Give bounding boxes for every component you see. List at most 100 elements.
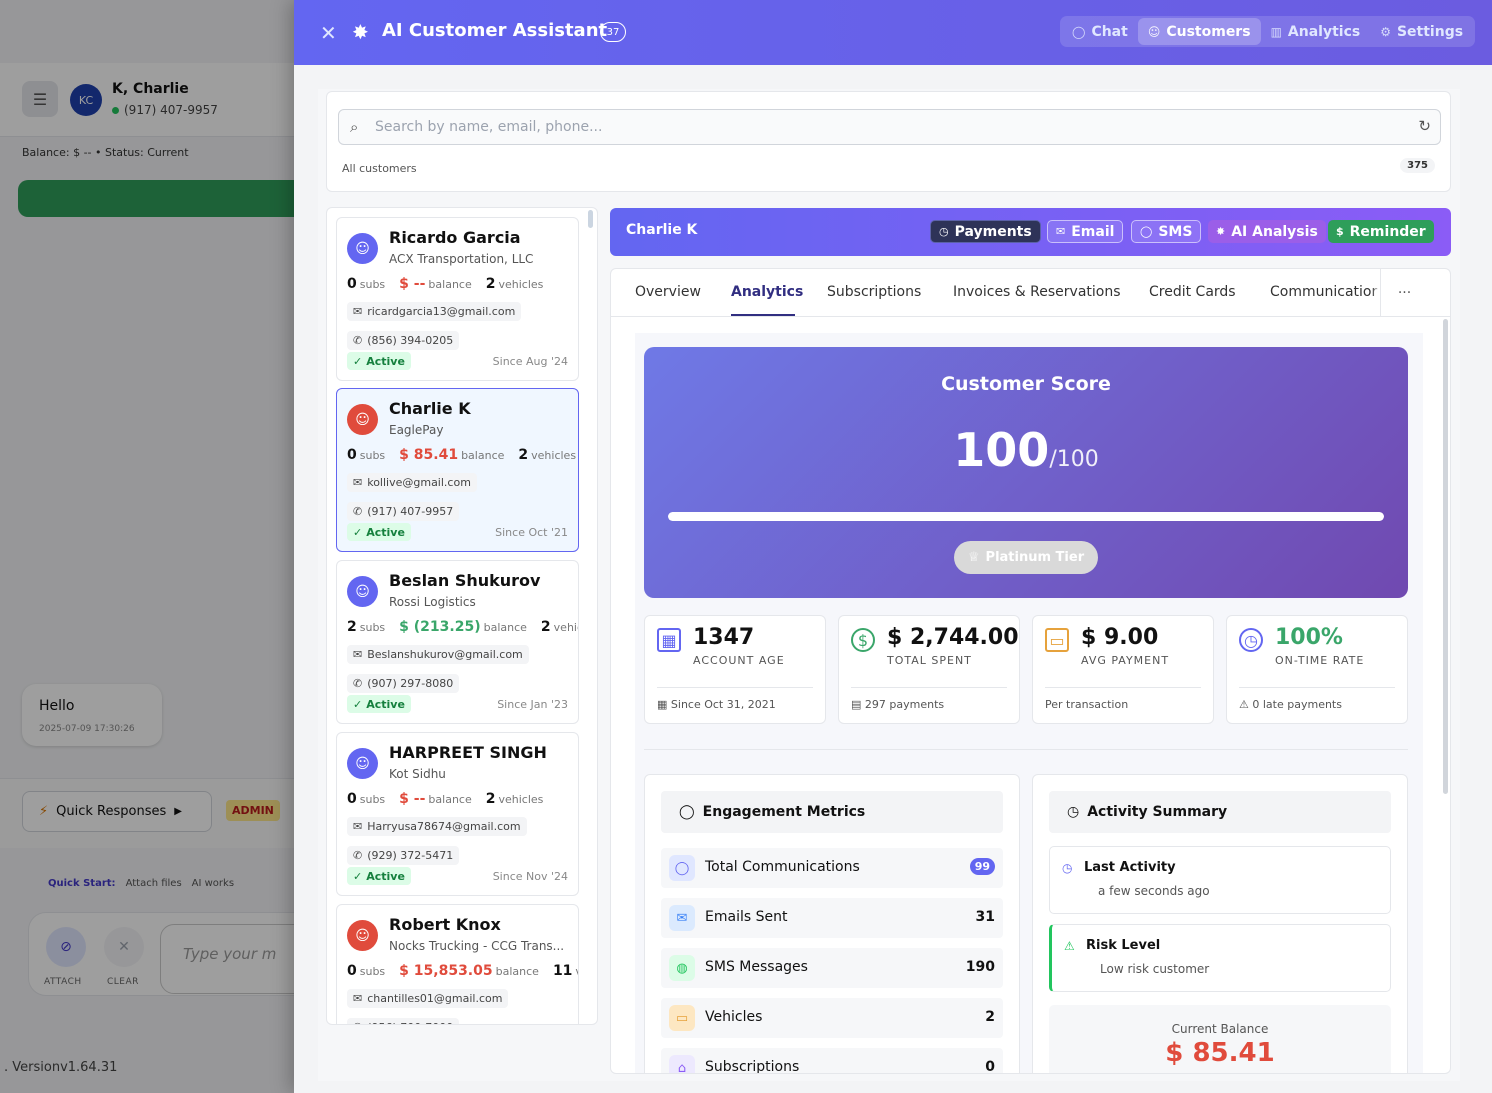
customer-balance: $ 85.41 — [399, 447, 459, 463]
customer-card[interactable]: ☺ Robert Knox Nocks Trucking - CCG Trans..… — [336, 904, 579, 1024]
ai-analysis-button[interactable]: ✸ AI Analysis — [1208, 220, 1326, 243]
metric-value: 190 — [965, 959, 995, 975]
metric-value: 2 — [985, 1009, 995, 1025]
email-chip[interactable]: ✉ Beslanshukurov@gmail.com — [347, 645, 529, 664]
balance-status: Balance: $ -- • Status: Current — [22, 146, 189, 159]
card-icon: ▭ — [1045, 628, 1069, 652]
payments-button[interactable]: ◷ Payments — [930, 220, 1041, 243]
phone-chip[interactable]: ✆ (856) 394-0205 — [347, 331, 460, 350]
email-chip[interactable]: ✉ chantilles01@gmail.com — [347, 989, 509, 1008]
customer-score-card: Customer Score 100/100 ♕ Platinum Tier — [644, 347, 1408, 598]
score-value: 100/100 — [644, 423, 1408, 477]
phone-icon: ✆ — [353, 1021, 362, 1024]
subs-label: subs — [359, 965, 386, 978]
list-scrollbar[interactable] — [588, 210, 593, 228]
customer-balance: $ (213.25) — [399, 619, 481, 635]
chat-icon: ◯ — [1140, 225, 1153, 238]
nav-settings-label: Settings — [1396, 23, 1464, 40]
phone-chip[interactable]: ✆ (929) 372-5471 — [347, 846, 460, 865]
activity-summary-card: ◷ Activity Summary ◷ Last Activity a few … — [1032, 774, 1408, 1073]
customer-company: EaglePay — [389, 423, 444, 437]
email-chip[interactable]: ✉ ricardgarcia13@gmail.com — [347, 302, 522, 321]
search-box[interactable]: ⌕ ↻ — [338, 109, 1441, 145]
mail-icon: ✉ — [353, 992, 363, 1005]
phone-chip[interactable]: ✆ (956) 700-7000 — [347, 1018, 460, 1024]
tab-communications[interactable]: Communicatior — [1270, 284, 1377, 300]
calendar-icon: ▦ — [657, 698, 668, 711]
vehicles-count: 2 — [485, 791, 496, 807]
nav-customers[interactable]: ☺ Customers — [1137, 18, 1261, 45]
dollar-circle-icon: $ — [851, 628, 875, 652]
payments-label: Payments — [954, 223, 1032, 240]
green-action-bar[interactable] — [18, 180, 318, 217]
email-chip[interactable]: ✉ kollive@gmail.com — [347, 473, 477, 492]
sms-icon: ◍ — [669, 955, 695, 981]
history-icon: ◷ — [1067, 804, 1080, 820]
nav-settings[interactable]: ⚙ Settings — [1370, 18, 1473, 45]
user-icon: ☺ — [347, 576, 378, 607]
customer-email: Harryusa78674@gmail.com — [367, 820, 521, 833]
tier-label: Platinum Tier — [985, 550, 1085, 565]
clear-button[interactable]: ✕ — [104, 927, 144, 967]
metric-row: ◯ Total Communications 99 — [661, 848, 1003, 888]
tab-invoices-reservations[interactable]: Invoices & Reservations — [953, 284, 1121, 300]
email-button[interactable]: ✉ Email — [1047, 220, 1124, 243]
current-balance-label: Current Balance — [1171, 1022, 1269, 1036]
tab-overview[interactable]: Overview — [635, 284, 701, 300]
customer-phone: (907) 297-8080 — [367, 677, 454, 690]
customer-card[interactable]: ☺ HARPREET SINGH Kot Sidhu 0 subs $ -- balance… — [336, 732, 579, 896]
tab-credit-cards[interactable]: Credit Cards — [1149, 284, 1236, 300]
attach-button[interactable]: ⊘ — [46, 927, 86, 967]
history-icon: ◷ — [939, 225, 949, 238]
refresh-icon[interactable]: ↻ — [1418, 117, 1431, 135]
customer-list: ☺ Ricardo Garcia ACX Transportation, LLC 0 s… — [326, 207, 598, 1025]
balance-label: balance — [428, 793, 472, 806]
customer-email: kollive@gmail.com — [367, 476, 471, 489]
lightning-icon: ⚡ — [39, 804, 49, 819]
tab-analytics[interactable]: Analytics — [731, 284, 803, 300]
search-icon: ⌕ — [350, 118, 359, 136]
close-icon[interactable]: ✕ — [320, 21, 337, 45]
metric-value: 99 — [969, 858, 995, 875]
balance-label: balance — [495, 965, 539, 978]
customer-company: Kot Sidhu — [389, 767, 446, 781]
menu-icon[interactable]: ☰ — [22, 81, 58, 117]
clock-icon: ◷ — [1239, 628, 1263, 652]
detail-scrollbar[interactable] — [1443, 319, 1448, 794]
phone-chip[interactable]: ✆ (907) 297-8080 — [347, 674, 460, 693]
customer-card[interactable]: ☺ Ricardo Garcia ACX Transportation, LLC 0 s… — [336, 217, 579, 381]
customer-phone: (917) 407-9957 — [367, 505, 454, 518]
metric-value: 31 — [975, 909, 995, 925]
customer-card[interactable]: ☺ Beslan Shukurov Rossi Logistics 2 subs $ (2… — [336, 560, 579, 724]
email-chip[interactable]: ✉ Harryusa78674@gmail.com — [347, 817, 527, 836]
search-input[interactable] — [375, 117, 1395, 137]
stat-footnote-text: Per transaction — [1045, 698, 1129, 711]
phone-icon: ✆ — [353, 334, 363, 347]
tier-badge: ♕ Platinum Tier — [954, 541, 1098, 574]
more-tabs-button[interactable]: ··· — [1380, 269, 1428, 316]
reminder-label: Reminder — [1349, 223, 1426, 240]
attach-files-link[interactable]: Attach files — [126, 878, 182, 889]
ai-works-link[interactable]: AI works — [192, 878, 234, 889]
reminder-button[interactable]: $ Reminder — [1328, 220, 1434, 243]
activity-title: Activity Summary — [1087, 804, 1228, 820]
phone-chip[interactable]: ✆ (917) 407-9957 — [347, 502, 460, 521]
risk-level-title: Risk Level — [1086, 938, 1161, 953]
tab-subscriptions[interactable]: Subscriptions — [827, 284, 921, 300]
nav-analytics[interactable]: ▥ Analytics — [1261, 18, 1371, 45]
stat-card: ▦ 1347 ACCOUNT AGE ▦ Since Oct 31, 2021 — [644, 615, 826, 724]
message-bubble — [22, 684, 162, 746]
customer-stats: 0subs $ 15,853.05balance 11vehic — [347, 963, 578, 979]
status-label: Active — [366, 869, 405, 883]
nav-chat[interactable]: ◯ Chat — [1062, 18, 1138, 45]
customer-card[interactable]: ☺ Charlie K EaglePay 0 subs $ 85.41 balance 2 ve… — [336, 388, 579, 552]
users-icon: ☺ — [1147, 24, 1161, 39]
phone-icon: ✆ — [353, 849, 363, 862]
contact-name: K, Charlie — [112, 81, 189, 97]
mail-icon: ✉ — [353, 820, 363, 833]
attach-label: ATTACH — [44, 977, 82, 987]
sms-button[interactable]: ◯ SMS — [1131, 220, 1202, 243]
quick-responses-button[interactable]: ⚡ Quick Responses ▶ — [22, 791, 212, 832]
stat-label: AVG PAYMENT — [1081, 654, 1170, 667]
stat-footnote-text: Since Oct 31, 2021 — [670, 698, 776, 711]
